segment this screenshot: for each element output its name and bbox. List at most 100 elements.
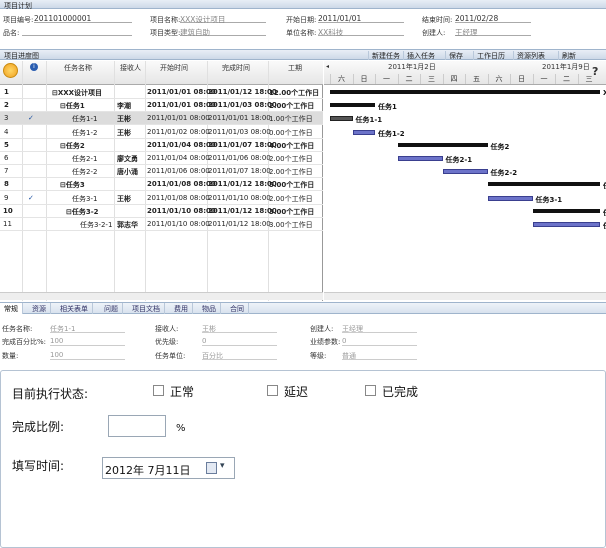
end-date-label: 结束时间: (422, 16, 453, 24)
ratio-label: 完成比例: (12, 420, 65, 434)
table-row[interactable]: 7 任务2-2 唐小涌 2011/01/06 08:00 2011/01/07 18:0… (0, 165, 323, 179)
tab-contract[interactable]: 合同 (226, 303, 249, 314)
project-name-field[interactable]: XXX设计项目 (180, 14, 266, 24)
end-cell: 2011/01/03 08:00 (208, 127, 271, 136)
end-cell: 2011/01/12 18:00 (208, 180, 277, 189)
start-cell: 2011/01/08 08:00 (147, 180, 216, 189)
table-row[interactable]: 11 任务3-2-1 郭志华 2011/01/10 08:00 2011/01/12 1… (0, 218, 323, 231)
row-number: 2 (4, 101, 9, 110)
grid-scrollbar[interactable] (0, 292, 323, 300)
table-row[interactable]: 5 ⊟任务2 2011/01/04 08:00 2011/01/07 18:00 4.0… (0, 139, 323, 152)
resource-list-button[interactable]: 资源列表 (513, 51, 548, 60)
summary-bar[interactable] (487, 182, 600, 187)
table-row[interactable]: 8 ⊟任务3 2011/01/08 08:00 2011/01/12 18:00 5.0… (0, 178, 323, 192)
start-date-field[interactable]: 2011/01/01 (318, 14, 404, 23)
creator-field[interactable]: 王经理 (455, 27, 531, 37)
unit-name-label: 单位名称: (286, 29, 317, 37)
table-row[interactable]: 3 任务1-1 王彬 2011/01/01 08:00 2011/01/01 18:00… (0, 112, 323, 126)
biz-field[interactable]: 0 (342, 337, 417, 346)
summary-bar[interactable] (330, 103, 375, 108)
task-bar[interactable] (397, 156, 443, 161)
task-bar[interactable] (352, 129, 375, 135)
qty-label: 数量: (2, 352, 19, 360)
scroll-left-icon[interactable]: ◂ (326, 63, 329, 70)
day-label: 日 (510, 74, 532, 84)
insert-task-button[interactable]: 插入任务 (403, 51, 438, 60)
calendar-icon[interactable] (206, 462, 217, 474)
end-date-field[interactable]: 2011/02/28 (455, 14, 531, 23)
end-cell: 2011/01/12 18:00 (208, 88, 277, 96)
summary-bar[interactable] (532, 208, 600, 213)
normal-checkbox[interactable] (153, 385, 164, 396)
bar-label: 任务2 (490, 142, 510, 151)
row-number: 7 (4, 167, 9, 176)
table-row[interactable]: 1 ⊟XXX设计项目 2011/01/01 08:00 2011/01/12 18:0… (0, 86, 323, 99)
col-owner[interactable]: 接收人 (120, 63, 141, 73)
table-row[interactable]: 10 ⊟任务3-2 2011/01/10 08:00 2011/01/12 18:00… (0, 205, 323, 218)
project-code-field[interactable]: 201101000001 (34, 14, 132, 23)
col-start[interactable]: 开始时间 (160, 63, 188, 73)
refresh-button[interactable]: 刷新 (558, 51, 579, 60)
task-name-label: 任务名称: (2, 325, 33, 333)
task-name-cell: 任务2-1 (72, 155, 98, 163)
receiver-field[interactable]: 王彬 (202, 324, 277, 333)
summary-bar[interactable] (330, 90, 600, 94)
tab-items[interactable]: 物品 (198, 303, 221, 314)
end-cell: 2011/01/01 18:00 (208, 114, 271, 123)
day-label: 一 (532, 74, 555, 84)
task-bar[interactable] (442, 169, 488, 175)
pct-field[interactable]: 100 (50, 337, 125, 346)
day-label: 六 (330, 74, 352, 84)
row-number: 1 (4, 88, 9, 96)
date-picker[interactable]: 2012年 7月11日 ▾ (102, 457, 235, 479)
project-type-field[interactable]: 建筑自助 (180, 27, 266, 37)
new-task-button[interactable]: 新建任务 (368, 51, 403, 60)
detail-creator-field[interactable]: 王经理 (342, 324, 417, 333)
detail-creator-label: 创建人: (310, 325, 334, 333)
task-name-cell: 任务3-1 (72, 194, 98, 203)
task-unit-field[interactable]: 百分比 (202, 351, 277, 360)
duration-cell: 3.00个工作日 (269, 207, 315, 216)
start-cell: 2011/01/01 08:00 (147, 88, 216, 96)
delay-checkbox[interactable] (267, 385, 278, 396)
unit-name-field[interactable]: XX科技 (318, 27, 404, 37)
row-number: 3 (4, 114, 9, 123)
col-duration[interactable]: 工期 (288, 63, 302, 73)
col-end[interactable]: 完成时间 (222, 63, 250, 73)
table-row[interactable]: 2 ⊟任务1 李潮 2011/01/01 08:00 2011/01/03 08:00 2… (0, 99, 323, 113)
duration-cell: 2.00个工作日 (269, 155, 313, 163)
pct-label: 完成百分比%: (2, 338, 47, 346)
table-row[interactable]: 6 任务2-1 廖文勇 2011/01/04 08:00 2011/01/06 08:0… (0, 152, 323, 165)
ratio-input[interactable] (108, 415, 166, 437)
task-bar[interactable] (487, 195, 533, 201)
table-row[interactable]: 4 任务1-2 王彬 2011/01/02 08:00 2011/01/03 08:00… (0, 126, 323, 139)
tab-forms[interactable]: 相关表单 (56, 303, 93, 314)
chevron-down-icon[interactable]: ▾ (220, 461, 225, 471)
day-label: 四 (442, 74, 465, 84)
done-checkbox[interactable] (365, 385, 376, 396)
start-cell: 2011/01/08 08:00 (147, 193, 210, 202)
work-calendar-button[interactable]: 工作日历 (473, 51, 508, 60)
start-cell: 2011/01/10 08:00 (147, 206, 216, 215)
qty-field[interactable]: 100 (50, 351, 125, 360)
tab-resource[interactable]: 资源 (28, 303, 51, 314)
summary-bar[interactable] (397, 142, 488, 147)
product-field[interactable] (22, 27, 132, 36)
task-name-field[interactable]: 任务1-1 (50, 324, 125, 333)
priority-field[interactable]: 0 (202, 337, 277, 346)
tab-general[interactable]: 常规 (0, 303, 23, 314)
col-task-name[interactable]: 任务名称 (64, 63, 92, 73)
start-date-label: 开始日期: (286, 16, 317, 24)
level-field[interactable]: 普通 (342, 351, 417, 360)
tab-issues[interactable]: 问题 (100, 303, 123, 314)
task-bar[interactable] (532, 222, 600, 227)
table-row[interactable]: 9 任务3-1 王彬 2011/01/08 08:00 2011/01/10 08:00… (0, 192, 323, 205)
timeline-header: ◂ 2011年1月2日 2011年1月9日 ? 六日一二三四五六日一二三 (324, 61, 606, 85)
tab-cost[interactable]: 费用 (170, 303, 193, 314)
start-cell: 2011/01/02 08:00 (147, 127, 210, 136)
tab-documents[interactable]: 项目文档 (128, 303, 165, 314)
chart-scrollbar[interactable] (324, 292, 606, 300)
task-bar[interactable] (330, 116, 353, 122)
save-button[interactable]: 保存 (445, 51, 466, 60)
task-name-cell: 任务1-2 (72, 128, 98, 137)
